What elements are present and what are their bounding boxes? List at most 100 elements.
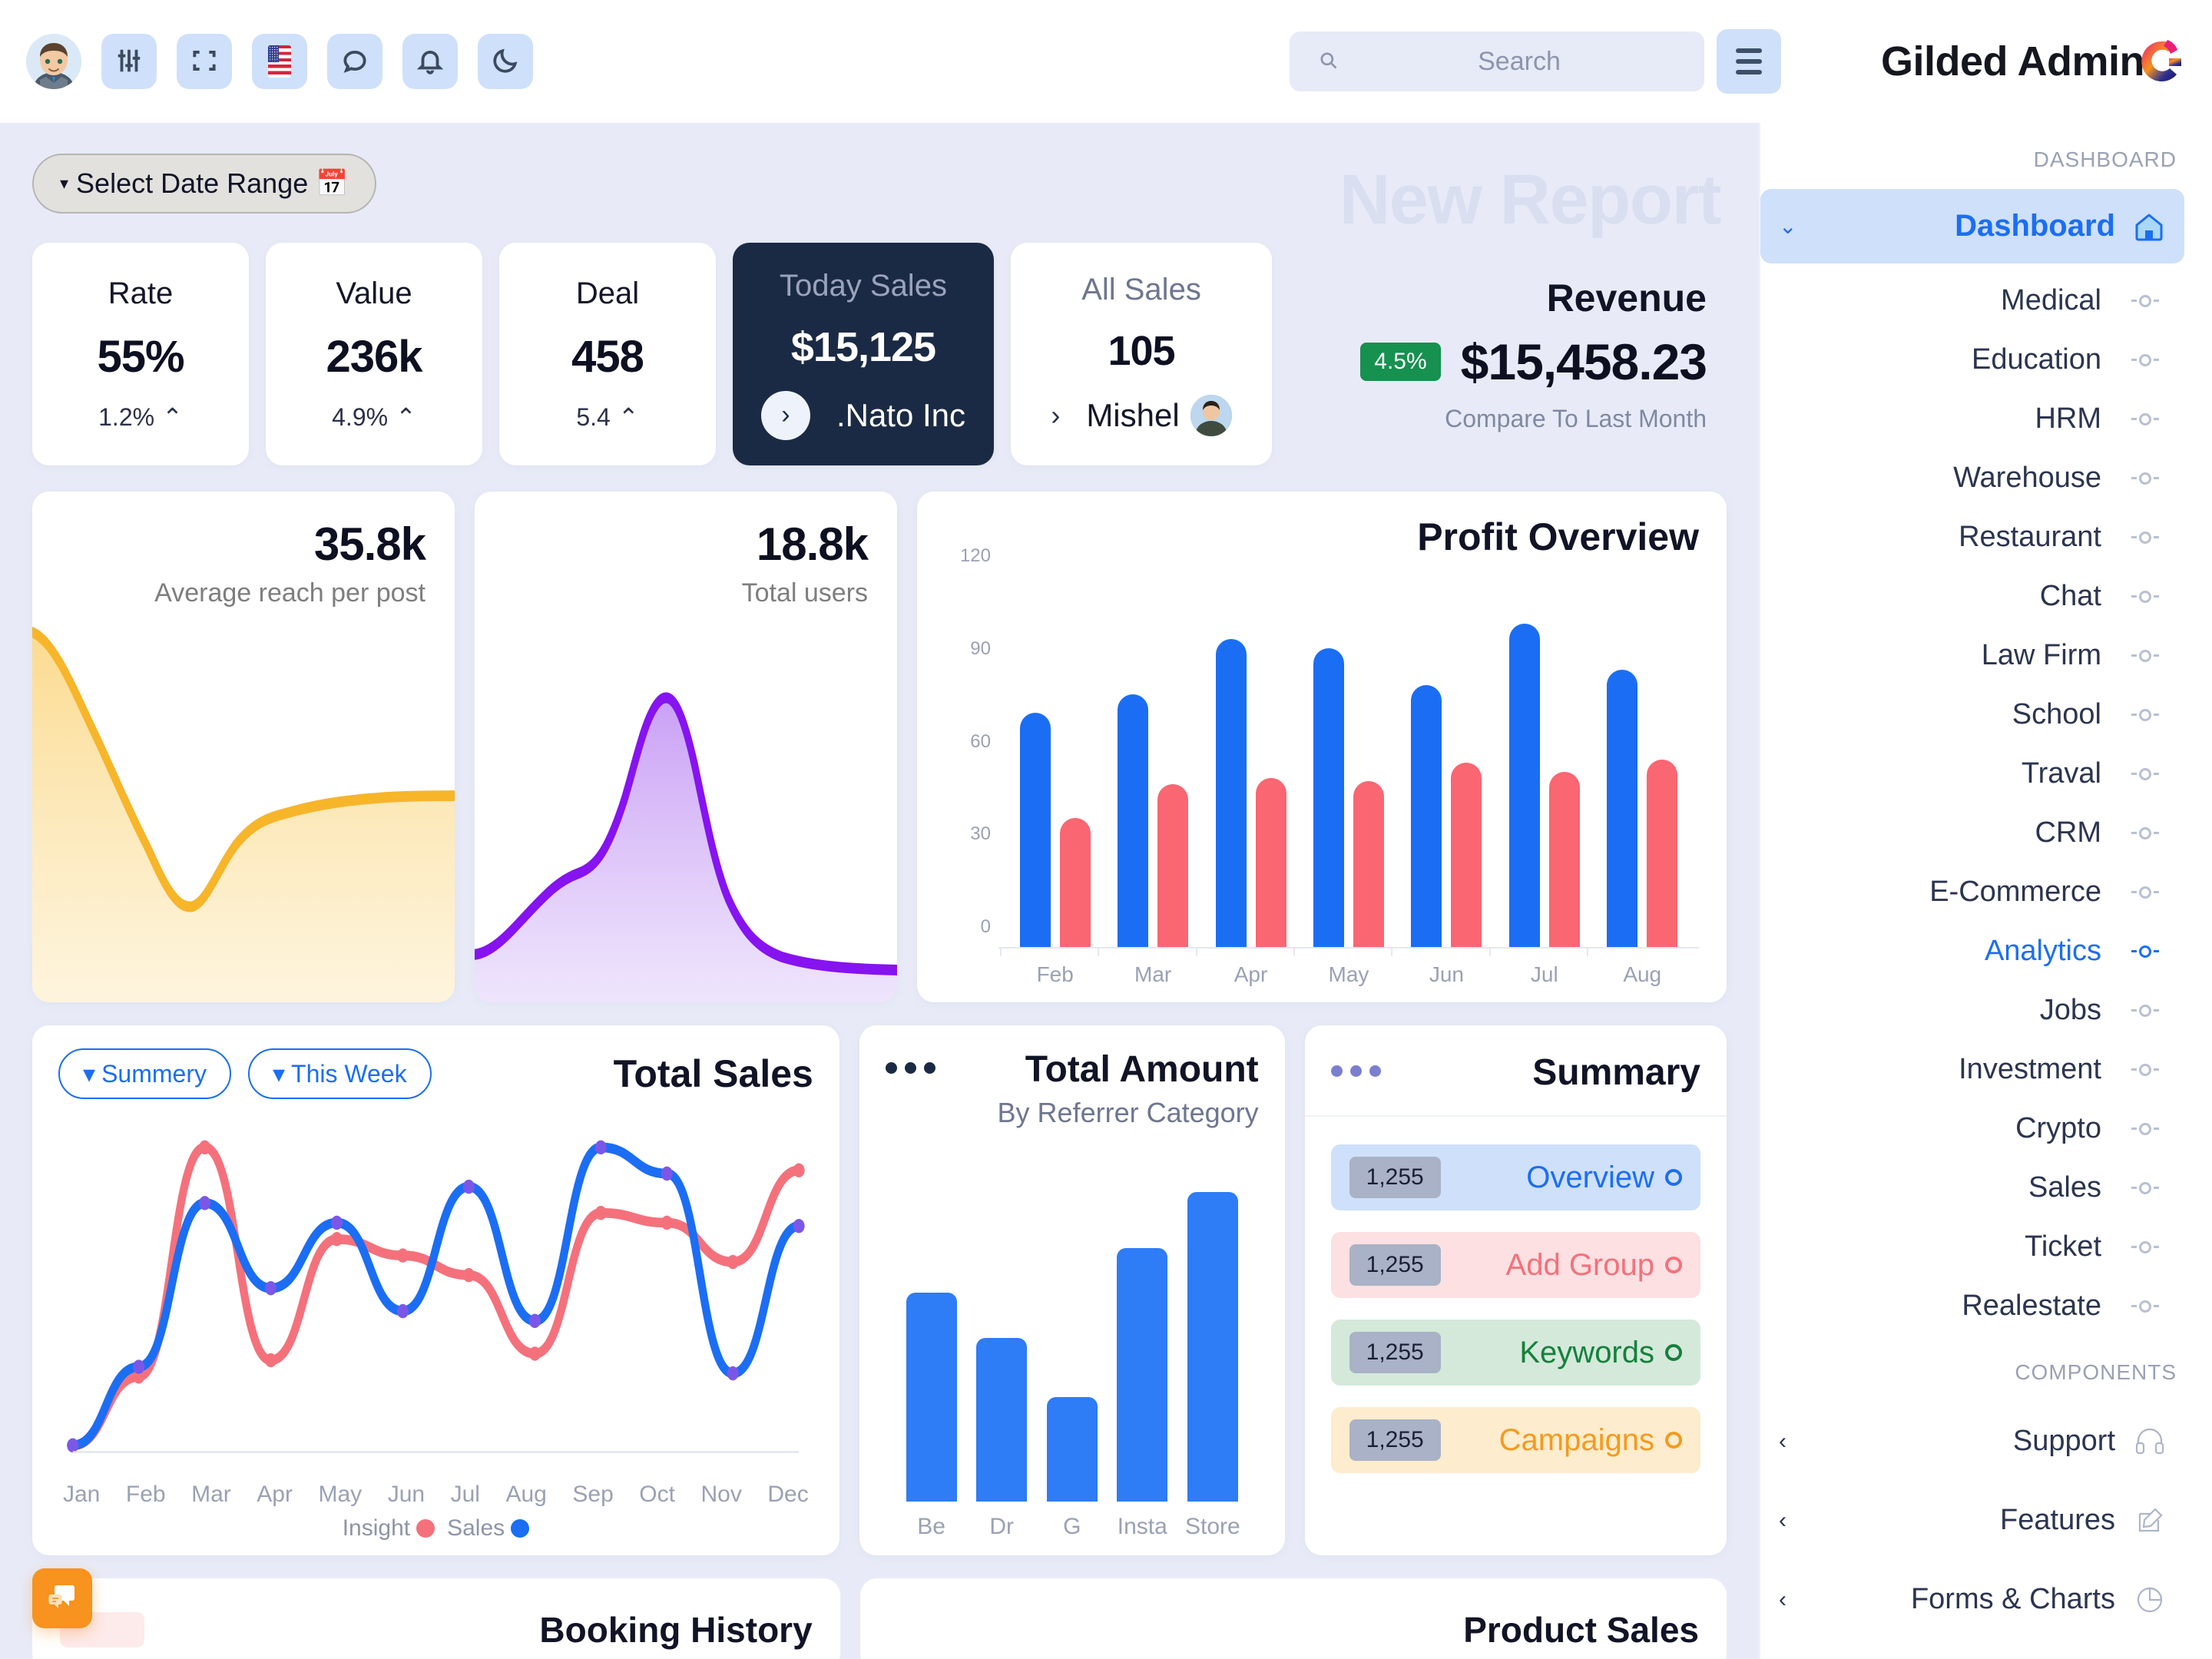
sidebar-item-label: CRM bbox=[2035, 816, 2101, 849]
sidebar-item-restaurant[interactable]: Restaurant bbox=[1760, 508, 2184, 567]
sidebar-item-school[interactable]: School bbox=[1760, 685, 2184, 744]
sidebar-item-education[interactable]: Education bbox=[1760, 330, 2184, 389]
flag-us-icon-button[interactable] bbox=[252, 34, 307, 89]
bar[interactable] bbox=[1508, 624, 1540, 947]
today-sales-arrow-button[interactable]: › bbox=[760, 390, 810, 440]
moon-icon-button[interactable] bbox=[478, 34, 533, 89]
total-sales-line-chart bbox=[58, 1107, 813, 1479]
data-point[interactable] bbox=[199, 1196, 211, 1210]
bell-icon-button[interactable] bbox=[402, 34, 458, 89]
bar[interactable] bbox=[1187, 1192, 1238, 1502]
menu-toggle-button[interactable] bbox=[1717, 29, 1781, 94]
data-point[interactable] bbox=[594, 1205, 607, 1220]
bar[interactable] bbox=[1411, 685, 1442, 947]
this-week-dropdown[interactable]: ▾ This Week bbox=[247, 1048, 432, 1099]
sidebar-item-e-commerce[interactable]: E-Commerce bbox=[1760, 863, 2184, 922]
sidebar-item-ticket[interactable]: Ticket bbox=[1760, 1217, 2184, 1277]
summery-dropdown[interactable]: ▾ Summery bbox=[58, 1048, 231, 1099]
summary-row[interactable]: 1,255 Campaigns bbox=[1330, 1407, 1700, 1473]
sidebar-item-investment[interactable]: Investment bbox=[1760, 1040, 2184, 1099]
bar[interactable] bbox=[1215, 639, 1247, 947]
hamburger-icon-line bbox=[1736, 59, 1762, 64]
all-sales-person: Mishel bbox=[1086, 394, 1232, 436]
summary-row[interactable]: 1,255 Keywords bbox=[1330, 1320, 1700, 1386]
bar[interactable] bbox=[1255, 777, 1286, 947]
data-point[interactable] bbox=[199, 1140, 211, 1155]
sidebar-item-chat[interactable]: Chat bbox=[1760, 567, 2184, 626]
bar[interactable] bbox=[976, 1337, 1028, 1502]
bar[interactable] bbox=[1046, 1397, 1098, 1502]
profit-overview-card: Profit Overview 0 30 60 90 120 Feb Mar Apr… bbox=[917, 492, 1727, 1002]
sidebar-item-label: Warehouse bbox=[1953, 462, 2101, 494]
summary-row[interactable]: 1,255 Overview bbox=[1330, 1144, 1700, 1210]
data-point[interactable] bbox=[661, 1215, 673, 1230]
sidebar-item-sales[interactable]: Sales bbox=[1760, 1158, 2184, 1217]
sidebar-item-crypto[interactable]: Crypto bbox=[1760, 1099, 2184, 1158]
sidebar-item-warehouse[interactable]: Warehouse bbox=[1760, 449, 2184, 508]
data-point[interactable] bbox=[594, 1140, 607, 1155]
all-sales-arrow-button[interactable]: › bbox=[1051, 399, 1060, 432]
sliders-icon-button[interactable] bbox=[101, 34, 157, 89]
sidebar-item-crm[interactable]: CRM bbox=[1760, 803, 2184, 863]
sidebar-item-forms-charts[interactable]: ‹ Forms & Charts bbox=[1760, 1560, 2184, 1639]
data-point[interactable] bbox=[793, 1163, 805, 1177]
brand-logo[interactable]: Gilded Admin bbox=[1881, 37, 2186, 86]
data-point[interactable] bbox=[528, 1346, 541, 1361]
bar[interactable] bbox=[1548, 771, 1580, 947]
total-amount-more-button[interactable] bbox=[885, 1062, 935, 1074]
sidebar-item-support[interactable]: ‹ Support bbox=[1760, 1402, 2184, 1481]
data-point[interactable] bbox=[661, 1166, 673, 1181]
bar[interactable] bbox=[1607, 670, 1638, 947]
sidebar-item-dashboard[interactable]: ⌄ Dashboard bbox=[1760, 189, 2184, 263]
search-input[interactable] bbox=[1362, 46, 1677, 77]
bar[interactable] bbox=[1451, 762, 1482, 947]
sidebar-item-features[interactable]: ‹ Features bbox=[1760, 1481, 2184, 1560]
summary-more-button[interactable] bbox=[1330, 1065, 1381, 1077]
data-point[interactable] bbox=[396, 1248, 409, 1263]
bar[interactable] bbox=[1118, 694, 1149, 947]
data-point[interactable] bbox=[265, 1353, 277, 1368]
bar[interactable] bbox=[1353, 780, 1384, 947]
select-date-range-button[interactable]: ▾ Select Date Range 📅 bbox=[32, 154, 376, 214]
summary-row[interactable]: 1,255 Add Group bbox=[1330, 1232, 1700, 1298]
stat-card-deal[interactable]: Deal 458 5.4 ⌃ bbox=[499, 243, 716, 465]
data-point[interactable] bbox=[265, 1281, 277, 1296]
bar[interactable] bbox=[1117, 1248, 1168, 1502]
data-point[interactable] bbox=[331, 1232, 343, 1247]
bar[interactable] bbox=[1313, 648, 1344, 947]
bar[interactable] bbox=[1157, 783, 1189, 947]
sidebar-item-hrm[interactable]: HRM bbox=[1760, 389, 2184, 449]
chat-icon-button[interactable] bbox=[327, 34, 382, 89]
sidebar-item-traval[interactable]: Traval bbox=[1760, 744, 2184, 803]
hamburger-icon-line bbox=[1736, 48, 1762, 53]
data-point[interactable] bbox=[396, 1303, 409, 1319]
bar[interactable] bbox=[1647, 759, 1678, 947]
sidebar-item-analytics[interactable]: Analytics bbox=[1760, 922, 2184, 981]
data-point[interactable] bbox=[727, 1254, 739, 1270]
stat-card-rate[interactable]: Rate 55% 1.2% ⌃ bbox=[32, 243, 249, 465]
bullet-icon bbox=[2124, 412, 2166, 426]
data-point[interactable] bbox=[133, 1359, 145, 1374]
stat-card-all-sales[interactable]: All Sales 105 › Mishel bbox=[1011, 243, 1272, 465]
data-point[interactable] bbox=[793, 1219, 805, 1233]
search-box[interactable] bbox=[1290, 31, 1704, 91]
stat-card-value[interactable]: Value 236k 4.9% ⌃ bbox=[266, 243, 482, 465]
sidebar-item-jobs[interactable]: Jobs bbox=[1760, 981, 2184, 1040]
avatar[interactable] bbox=[26, 34, 81, 89]
sidebar-item-tables[interactable]: ‹ Tables bbox=[1760, 1639, 2184, 1659]
stat-card-today-sales[interactable]: Today Sales $15,125 › .Nato Inc bbox=[733, 243, 994, 465]
data-point[interactable] bbox=[67, 1438, 79, 1453]
data-point[interactable] bbox=[727, 1366, 739, 1381]
bar[interactable] bbox=[1059, 817, 1091, 947]
sidebar-item-law-firm[interactable]: Law Firm bbox=[1760, 626, 2184, 685]
data-point[interactable] bbox=[331, 1215, 343, 1230]
bar[interactable] bbox=[1019, 713, 1051, 947]
sidebar-item-medical[interactable]: Medical bbox=[1760, 271, 2184, 330]
chat-bubble-fab[interactable] bbox=[32, 1568, 92, 1628]
data-point[interactable] bbox=[462, 1267, 475, 1283]
bar[interactable] bbox=[906, 1293, 957, 1502]
data-point[interactable] bbox=[462, 1179, 475, 1194]
fullscreen-icon-button[interactable] bbox=[177, 34, 232, 89]
data-point[interactable] bbox=[528, 1313, 541, 1329]
sidebar-item-realestate[interactable]: Realestate bbox=[1760, 1277, 2184, 1336]
